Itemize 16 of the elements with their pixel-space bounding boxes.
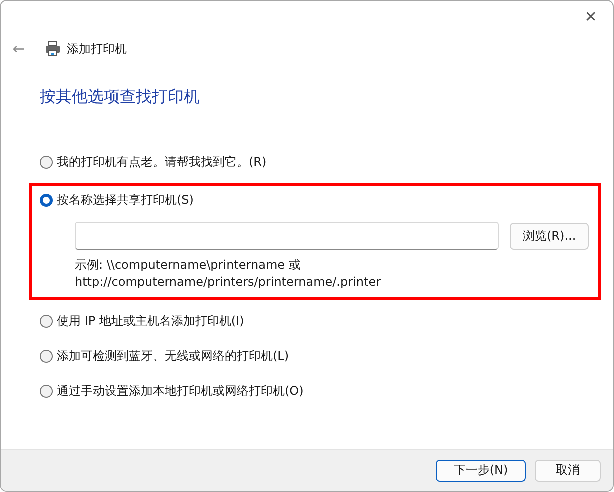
radio-option[interactable]: 使用 IP 地址或主机名添加打印机(I) bbox=[40, 312, 590, 330]
printer-name-field[interactable] bbox=[75, 222, 499, 250]
radio-option[interactable]: 按名称选择共享打印机(S) bbox=[40, 191, 590, 209]
radio-option[interactable]: 添加可检测到蓝牙、无线或网络的打印机(L) bbox=[40, 347, 590, 365]
close-button[interactable]: ✕ bbox=[577, 5, 605, 29]
cancel-button[interactable]: 取消 bbox=[535, 460, 601, 482]
example-text: http://computername/printers/printername/.printer bbox=[75, 274, 382, 291]
browse-button[interactable]: 浏览(R)... bbox=[510, 222, 590, 250]
printer-icon bbox=[45, 41, 61, 57]
radio-option[interactable]: 我的打印机有点老。请帮我找到它。(R) bbox=[40, 153, 590, 171]
next-button[interactable]: 下一步(N) bbox=[436, 460, 526, 482]
window-title: 添加打印机 bbox=[67, 40, 127, 58]
example-text: 示例: \\computername\printername 或 bbox=[75, 257, 302, 274]
page-heading: 按其他选项查找打印机 bbox=[39, 86, 201, 108]
radio-option[interactable]: 通过手动设置添加本地打印机或网络打印机(O) bbox=[40, 382, 590, 400]
back-button[interactable]: ← bbox=[9, 40, 29, 58]
